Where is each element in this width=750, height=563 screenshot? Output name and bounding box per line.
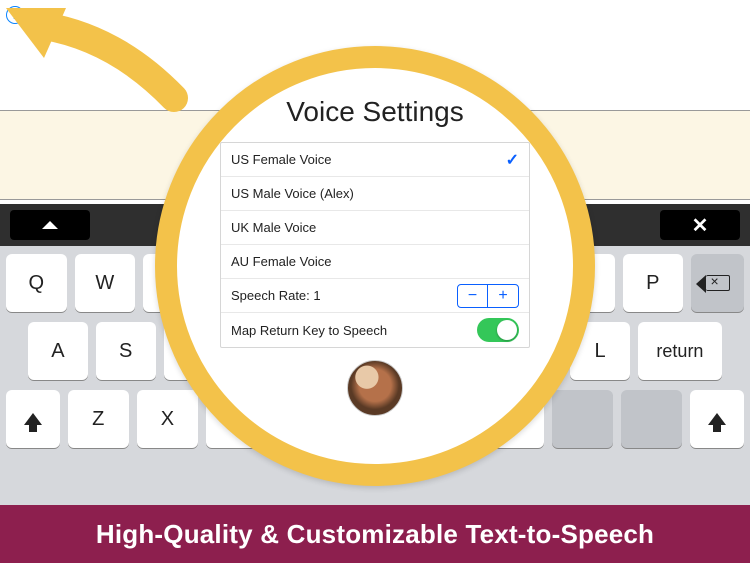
app-screenshot: i ✕ Q W E R T Y U I O P A S D F G: [0, 0, 750, 563]
key-delete[interactable]: [691, 254, 744, 312]
voice-option-us-female[interactable]: US Female Voice ✓: [221, 143, 529, 177]
shift-icon: [24, 413, 42, 425]
chevron-up-icon: [42, 221, 58, 229]
toolbar-close-button[interactable]: ✕: [660, 210, 740, 240]
voice-settings-list: US Female Voice ✓ US Male Voice (Alex) U…: [220, 142, 530, 348]
map-return-row: Map Return Key to Speech: [221, 313, 529, 347]
voice-option-label: AU Female Voice: [231, 254, 331, 269]
voice-option-label: US Male Voice (Alex): [231, 186, 354, 201]
key-w[interactable]: W: [75, 254, 136, 312]
stepper-plus-button[interactable]: +: [488, 285, 518, 307]
voice-option-us-male[interactable]: US Male Voice (Alex): [221, 177, 529, 211]
key-s[interactable]: S: [96, 322, 156, 380]
key-extra-2[interactable]: [621, 390, 682, 448]
magnifier-callout: Voice Settings US Female Voice ✓ US Male…: [155, 46, 595, 486]
close-icon: ✕: [692, 213, 709, 238]
voice-option-label: US Female Voice: [231, 152, 331, 167]
speech-rate-label: Speech Rate: 1: [231, 288, 321, 303]
toggle-knob: [497, 320, 517, 340]
checkmark-icon: ✓: [506, 150, 519, 170]
avatar: [347, 360, 403, 416]
key-a[interactable]: A: [28, 322, 88, 380]
key-shift-left[interactable]: [6, 390, 60, 448]
voice-option-label: UK Male Voice: [231, 220, 316, 235]
toolbar-up-button[interactable]: [10, 210, 90, 240]
map-return-toggle[interactable]: [477, 318, 519, 342]
stepper-minus-button[interactable]: −: [458, 285, 488, 307]
key-return[interactable]: return: [638, 322, 722, 380]
voice-option-uk-male[interactable]: UK Male Voice: [221, 211, 529, 245]
voice-settings-title: Voice Settings: [286, 96, 463, 128]
info-icon[interactable]: i: [6, 6, 24, 24]
marketing-banner: High-Quality & Customizable Text-to-Spee…: [0, 505, 750, 563]
speech-rate-row: Speech Rate: 1 − +: [221, 279, 529, 313]
key-q[interactable]: Q: [6, 254, 67, 312]
key-z[interactable]: Z: [68, 390, 129, 448]
voice-settings-popover: Voice Settings US Female Voice ✓ US Male…: [177, 68, 573, 464]
speech-rate-stepper: − +: [457, 284, 519, 308]
banner-text: High-Quality & Customizable Text-to-Spee…: [96, 519, 654, 550]
key-shift-right[interactable]: [690, 390, 744, 448]
shift-icon: [708, 413, 726, 425]
map-return-label: Map Return Key to Speech: [231, 323, 387, 338]
key-p[interactable]: P: [623, 254, 684, 312]
voice-option-au-female[interactable]: AU Female Voice: [221, 245, 529, 279]
backspace-icon: [706, 275, 730, 291]
